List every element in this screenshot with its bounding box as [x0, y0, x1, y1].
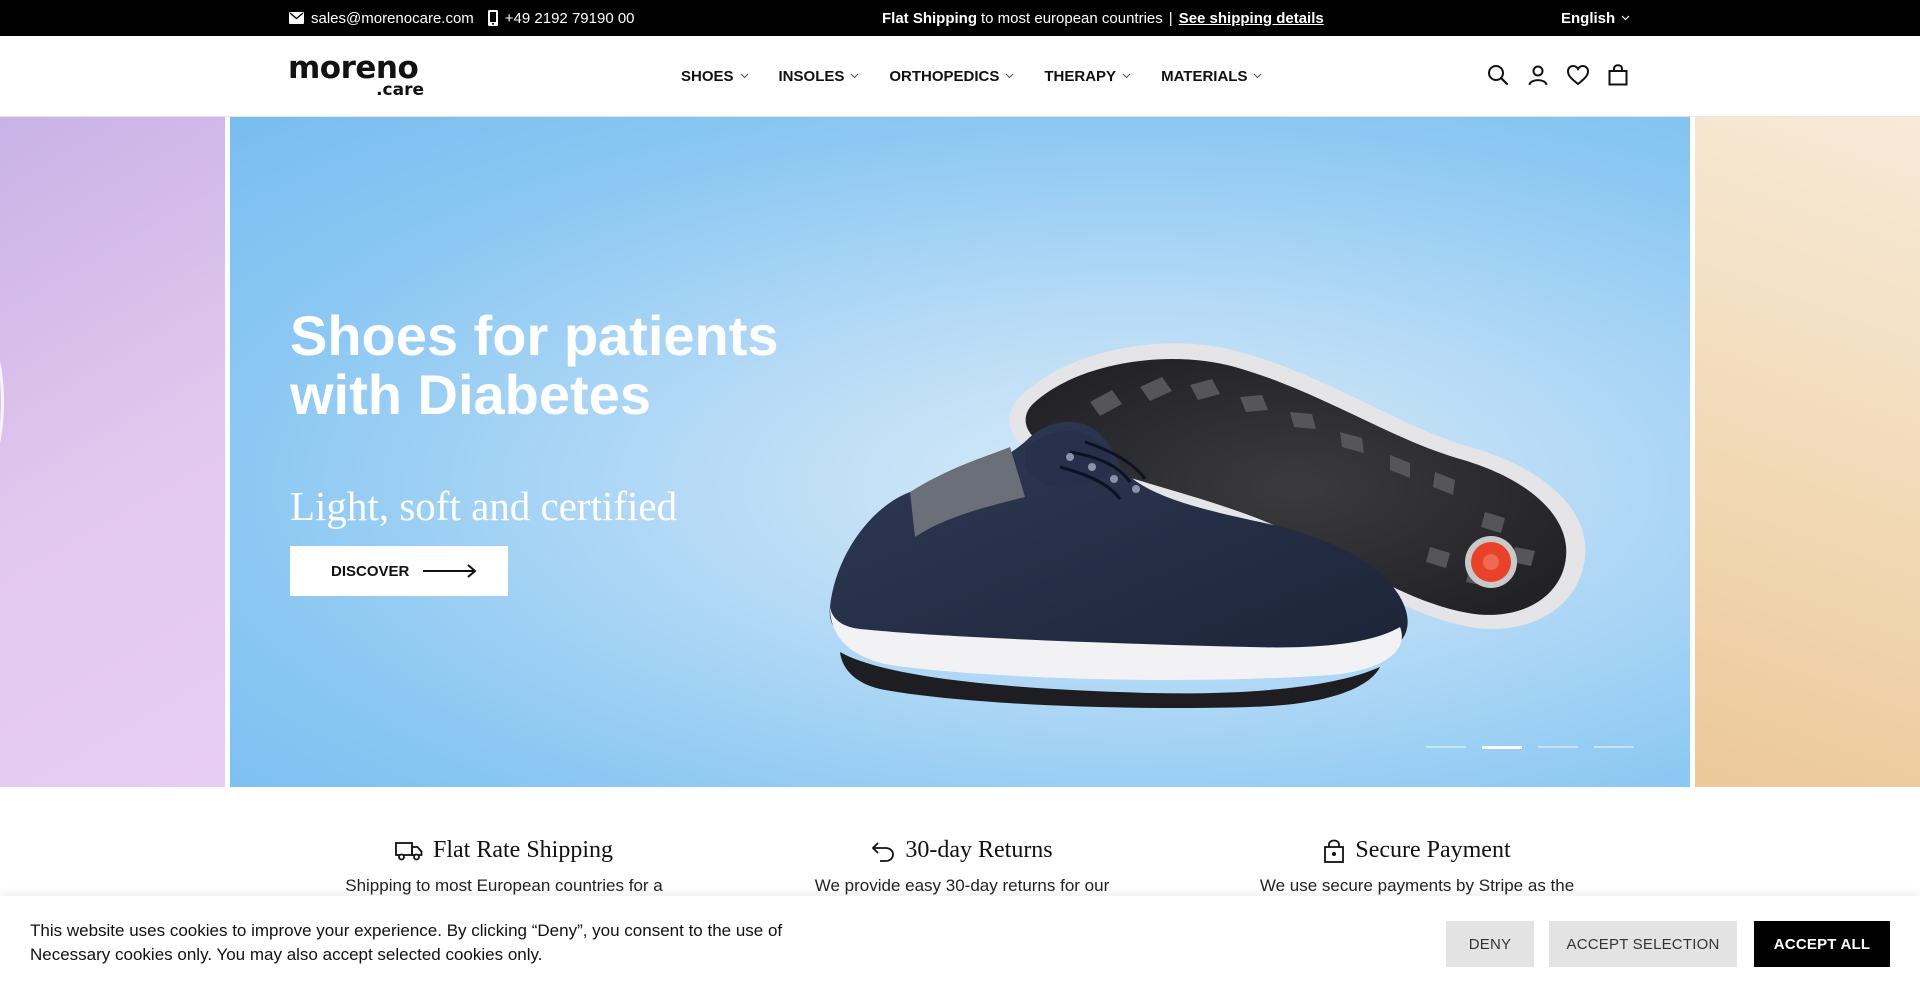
- nav-label: ORTHOPEDICS: [889, 67, 1000, 85]
- logo-main: moreno: [288, 50, 419, 86]
- chevron-down-icon: [1621, 15, 1630, 21]
- return-icon: [872, 841, 895, 862]
- chevron-down-icon: [1122, 73, 1131, 79]
- phone-icon: [487, 10, 498, 26]
- nav-materials[interactable]: MATERIALS: [1161, 68, 1262, 85]
- carousel-pagination: [1426, 746, 1634, 749]
- accept-all-button[interactable]: ACCEPT ALL: [1754, 921, 1890, 967]
- shipping-details-link[interactable]: See shipping details: [1179, 10, 1324, 27]
- search-icon[interactable]: [1486, 63, 1510, 87]
- separator: |: [1168, 9, 1173, 27]
- feature-returns: 30-day Returns We provide easy 30-day re…: [752, 837, 1172, 896]
- nav-insoles[interactable]: INSOLES: [779, 68, 860, 85]
- logo[interactable]: moreno .care: [288, 50, 428, 99]
- hero-subtitle: Light, soft and certified: [290, 483, 678, 529]
- phone-link[interactable]: +49 2192 79190 00: [487, 9, 635, 27]
- chevron-down-icon: [740, 73, 748, 79]
- email-text: sales@morenocare.com: [311, 9, 474, 27]
- announcement-bar: sales@morenocare.com +49 2192 79190 00 F…: [0, 0, 1920, 36]
- slide-dot-4[interactable]: [1594, 746, 1634, 748]
- feature-text: We provide easy 30-day returns for our: [814, 876, 1110, 895]
- language-label: English: [1561, 9, 1616, 27]
- nav-label: INSOLES: [778, 67, 845, 85]
- previous-slide-peek[interactable]: [0, 117, 225, 787]
- slide-dot-3[interactable]: [1538, 746, 1578, 748]
- wishlist-icon[interactable]: [1566, 63, 1590, 87]
- nav-label: THERAPY: [1044, 67, 1117, 85]
- language-selector[interactable]: English: [1561, 0, 1630, 36]
- truck-icon: [395, 841, 423, 860]
- feature-shipping: Flat Rate Shipping Shipping to most Euro…: [294, 837, 714, 896]
- feature-title: Flat Rate Shipping: [433, 837, 613, 863]
- decorative-curve: [0, 317, 4, 487]
- feature-payment: Secure Payment We use secure payments by…: [1207, 837, 1627, 896]
- main-nav: SHOES INSOLES ORTHOPEDICS THERAPY MATERI…: [681, 36, 1262, 116]
- lock-icon: [1324, 839, 1345, 863]
- cookie-text: This website uses cookies to improve you…: [30, 921, 783, 964]
- email-link[interactable]: sales@morenocare.com: [289, 10, 474, 27]
- next-slide-peek[interactable]: [1695, 117, 1920, 787]
- hero-carousel: Shoes for patients with Diabetes Light, …: [0, 117, 1920, 787]
- nav-therapy[interactable]: THERAPY: [1044, 68, 1131, 85]
- diabetic-shoe-image: [829, 343, 1586, 709]
- discover-label: DISCOVER: [331, 562, 410, 580]
- feature-title: 30-day Returns: [905, 837, 1053, 863]
- header-icons: [1486, 63, 1630, 87]
- mail-icon: [289, 12, 304, 24]
- feature-text: We use secure payments by Stripe as the: [1259, 876, 1575, 895]
- account-icon[interactable]: [1526, 63, 1550, 87]
- contact-info: sales@morenocare.com +49 2192 79190 00: [289, 0, 635, 36]
- cart-icon[interactable]: [1606, 63, 1630, 87]
- nav-label: SHOES: [681, 67, 734, 85]
- discover-button[interactable]: DISCOVER: [290, 546, 508, 596]
- nav-label: MATERIALS: [1161, 67, 1248, 85]
- shipping-announcement: Flat Shipping to most european countries…: [882, 0, 1324, 36]
- accept-selection-button[interactable]: ACCEPT SELECTION: [1549, 921, 1737, 967]
- arrow-right-icon: [423, 564, 477, 578]
- feature-title: Secure Payment: [1355, 837, 1511, 863]
- site-header: moreno .care SHOES INSOLES ORTHOPEDICS T…: [0, 36, 1920, 117]
- chevron-down-icon: [1254, 73, 1262, 79]
- chevron-down-icon: [850, 73, 859, 79]
- shipping-text: to most european countries: [981, 9, 1163, 27]
- phone-text: +49 2192 79190 00: [504, 9, 635, 27]
- chevron-down-icon: [1006, 73, 1014, 79]
- slide-dot-2[interactable]: [1482, 746, 1522, 749]
- shipping-bold: Flat Shipping: [882, 9, 977, 27]
- nav-orthopedics[interactable]: ORTHOPEDICS: [889, 68, 1014, 85]
- nav-shoes[interactable]: SHOES: [681, 68, 749, 85]
- hero-title: Shoes for patients with Diabetes: [290, 304, 779, 426]
- feature-text: Shipping to most European countries for …: [345, 876, 663, 895]
- deny-button[interactable]: DENY: [1446, 921, 1534, 967]
- cookie-banner: This website uses cookies to improve you…: [0, 896, 1920, 993]
- slide-dot-1[interactable]: [1426, 746, 1466, 748]
